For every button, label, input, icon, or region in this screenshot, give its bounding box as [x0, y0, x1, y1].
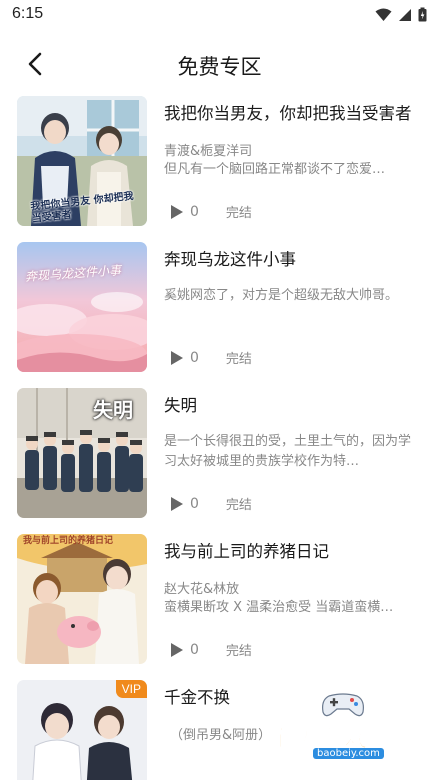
play-count: 0: [190, 349, 199, 366]
cover-text: 我与前上司的养猪日记: [23, 536, 114, 546]
book-status: 完结: [225, 644, 252, 659]
book-author: （倒吊男&阿册）: [170, 728, 272, 743]
play-count: 0: [190, 641, 199, 658]
play-icon: [171, 642, 183, 657]
book-meta: 0 完结: [170, 202, 252, 221]
wifi-icon: [375, 8, 392, 21]
book-cover[interactable]: 失明: [17, 388, 147, 518]
cover-illustration: [17, 242, 147, 372]
book-cover[interactable]: 我把你当男友 你却把我当受害者: [17, 96, 147, 226]
signal-icon: [399, 8, 411, 21]
book-item[interactable]: 我与前上司的养猪日记 我与前上司的养猪日记 赵大花&林放 蛮横果断攻 X 温柔治…: [0, 534, 439, 666]
nav-bar: 免费专区: [0, 40, 439, 88]
cover-text: 失明: [93, 398, 133, 422]
book-author: 赵大花&林放: [164, 582, 240, 597]
book-status: 完结: [225, 206, 252, 221]
play-count: 0: [190, 203, 199, 220]
book-title[interactable]: 奔现乌龙这件小事: [164, 246, 296, 270]
book-title[interactable]: 千金不换: [164, 684, 230, 708]
book-cover[interactable]: 奔现乌龙这件小事: [17, 242, 147, 372]
book-title[interactable]: 我把你当男友，你却把我当受害者: [164, 100, 412, 124]
watermark-logo: 宝贝游戏网 baobeiy.com: [269, 692, 419, 764]
book-description: 是一个长得很丑的受，土里土气的，因为学习太好被城里的贵族学校作为特…: [164, 434, 412, 469]
book-meta: 0 完结: [170, 494, 252, 513]
play-count: 0: [190, 495, 199, 512]
book-description: 但凡有一个脑回路正常都谈不了恋爱…: [164, 162, 386, 177]
battery-icon: [418, 7, 427, 22]
book-author: 青渡&栀夏洋司: [164, 144, 253, 159]
gamepad-icon: [322, 693, 364, 717]
book-title[interactable]: 我与前上司的养猪日记: [164, 538, 329, 562]
status-icons: [375, 7, 427, 22]
book-cover[interactable]: 我与前上司的养猪日记: [17, 534, 147, 664]
book-status: 完结: [225, 352, 252, 367]
book-meta: 0 完结: [170, 640, 252, 659]
watermark-url: baobeiy.com: [313, 748, 384, 759]
book-title[interactable]: 失明: [164, 392, 197, 416]
book-status: 完结: [225, 498, 252, 513]
vip-badge: VIP: [115, 680, 147, 698]
book-description: 蛮横果断攻 X 温柔治愈受 当霸道蛮横…: [164, 600, 394, 615]
book-item[interactable]: 奔现乌龙这件小事 奔现乌龙这件小事 奚姚网恋了，对方是个超级无敌大帅哥。 0 完…: [0, 242, 439, 374]
cover-illustration: [17, 534, 147, 664]
book-item[interactable]: 我把你当男友 你却把我当受害者 我把你当男友，你却把我当受害者 青渡&栀夏洋司 …: [0, 96, 439, 228]
play-icon: [171, 350, 183, 365]
book-meta: 0 完结: [170, 348, 252, 367]
book-cover[interactable]: VIP: [17, 680, 147, 780]
page-title: 免费专区: [177, 55, 262, 79]
book-item[interactable]: 失明 失明 是一个长得很丑的受，土里土气的，因为学习太好被城里的贵族学校作为特……: [0, 388, 439, 520]
play-icon: [171, 496, 183, 511]
status-bar: 6:15: [0, 0, 439, 34]
status-time: 6:15: [12, 5, 44, 22]
play-icon: [171, 204, 183, 219]
book-description: 奚姚网恋了，对方是个超级无敌大帅哥。: [164, 288, 399, 303]
